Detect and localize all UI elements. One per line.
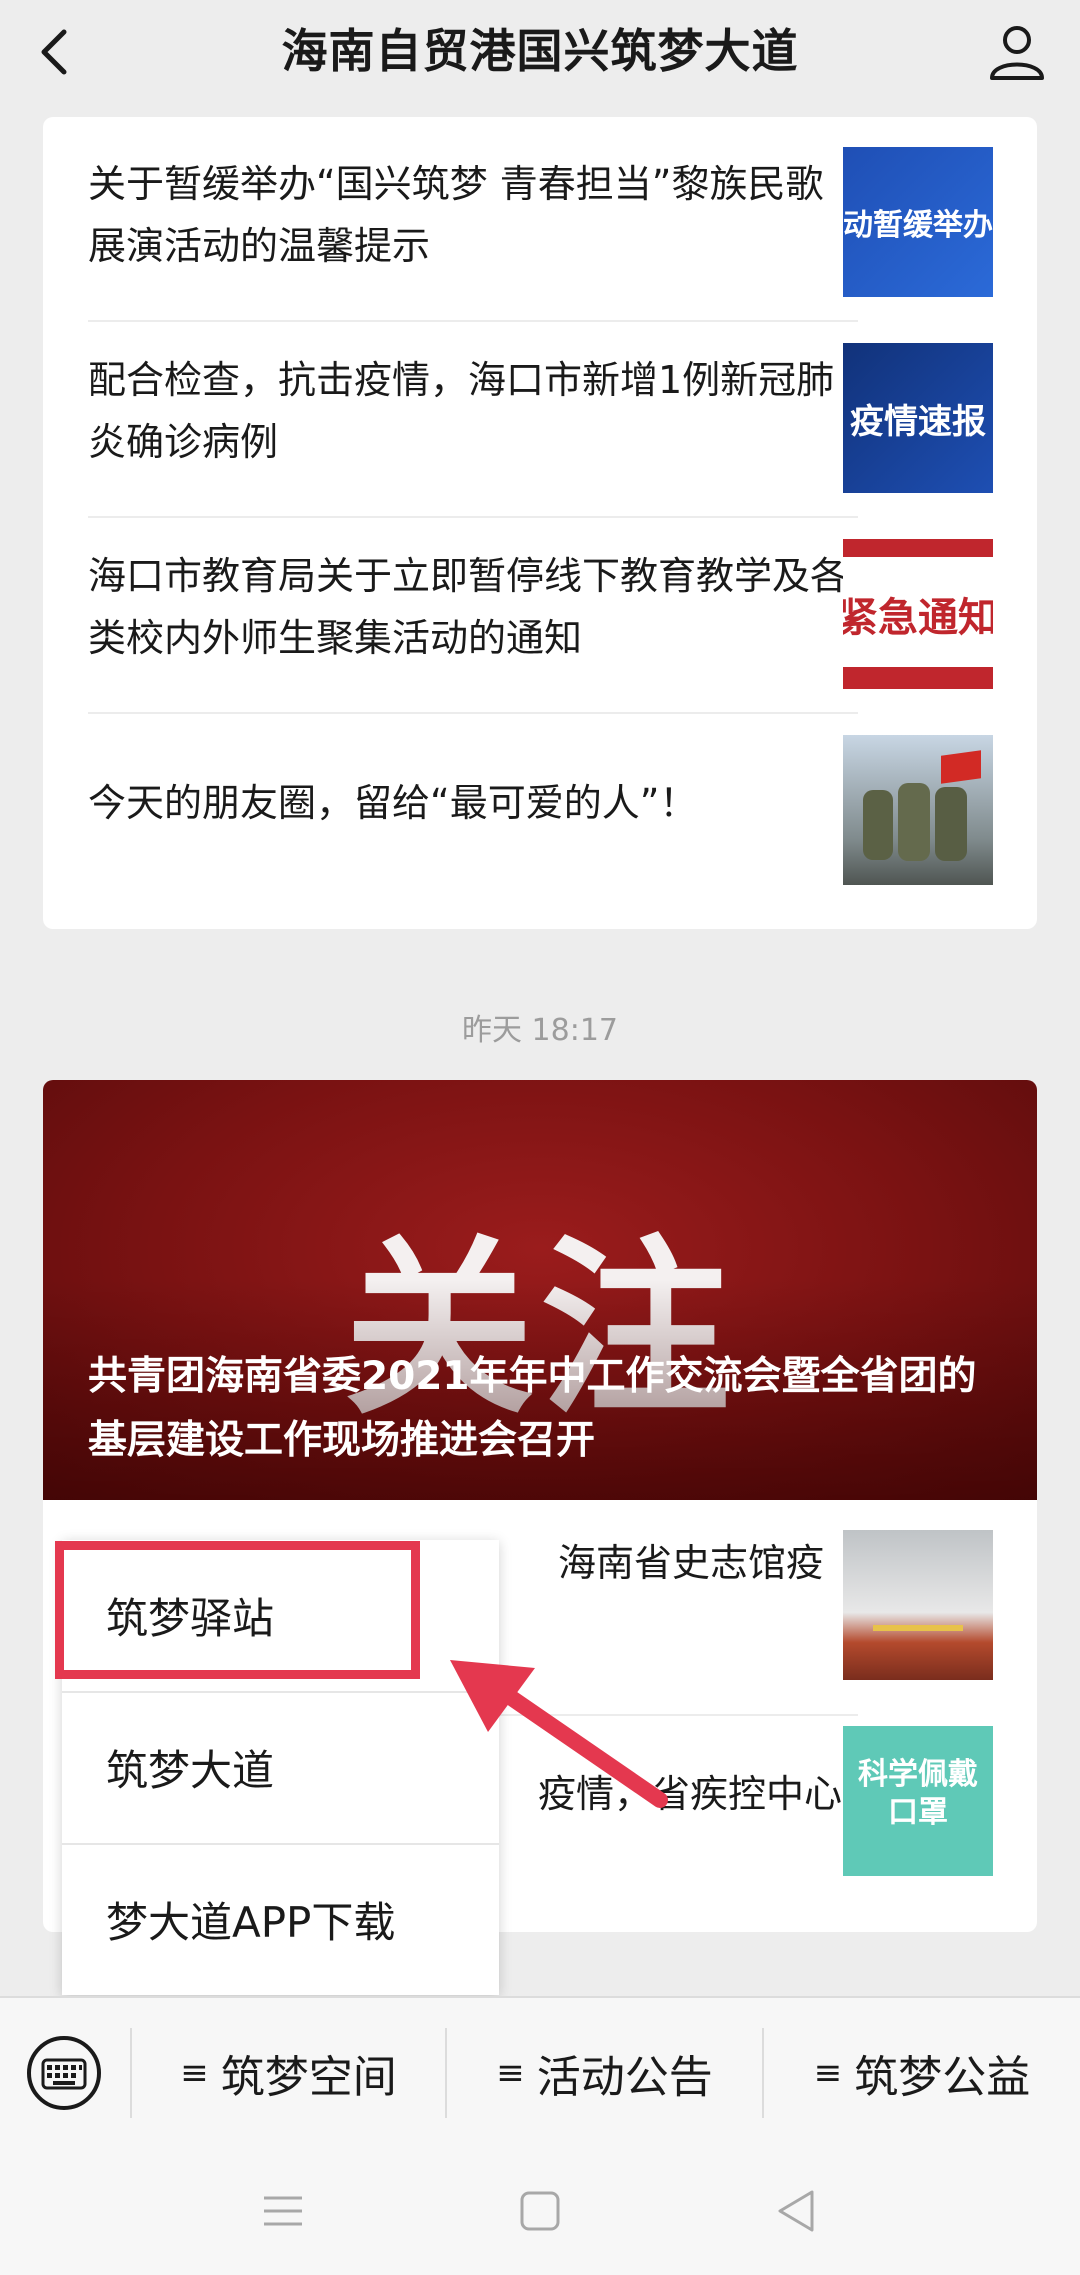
menu-tab-label: 活动公告 [536, 2052, 713, 2103]
article-title: 关于暂缓举办“国兴筑梦 青春担当”黎族民歌展演活动的温馨提示 [88, 162, 824, 268]
menu-tab-label: 筑梦公益 [854, 2052, 1031, 2103]
hamburger-icon: ≡ [180, 2053, 209, 2093]
menu-tab-space[interactable]: ≡ 筑梦空间 [132, 1998, 445, 2148]
article-item[interactable]: 关于暂缓举办“国兴筑梦 青春担当”黎族民歌展演活动的温馨提示 动暂缓举办 [88, 117, 993, 313]
article-title: 配合检查，抗击疫情，海口市新增1例新冠肺炎确诊病例 [88, 358, 835, 464]
message-card-articles: 关于暂缓举办“国兴筑梦 青春担当”黎族民歌展演活动的温馨提示 动暂缓举办 配合检… [43, 117, 1037, 929]
keyboard-icon[interactable] [25, 2034, 103, 2112]
hamburger-icon: ≡ [813, 2053, 843, 2093]
official-account-menu-bar: ≡ 筑梦空间 ≡ 活动公告 ≡ 筑梦公益 [0, 1996, 1080, 2146]
system-navigation-bar [0, 2146, 1080, 2275]
article-title: 海口市教育局关于立即暂停线下教育教学及各类校内外师生聚集活动的通知 [88, 554, 849, 660]
annotation-arrow-icon [450, 1660, 668, 1808]
menu-tab-label: 筑梦空间 [220, 2052, 397, 2103]
article-item[interactable]: 配合检查，抗击疫情，海口市新增1例新冠肺炎确诊病例 疫情速报 [88, 313, 993, 509]
article-thumbnail: 紧急通知 [843, 539, 993, 689]
article-thumbnail: 动暂缓举办 [843, 147, 993, 297]
thumbnail-text: 疫情速报 [850, 401, 986, 442]
menu-tab-charity[interactable]: ≡ 筑梦公益 [764, 1998, 1080, 2148]
menu-tab-announcements[interactable]: ≡ 活动公告 [447, 1998, 762, 2148]
hero-article[interactable]: 关注 共青团海南省委2021年年中工作交流会暨全省团的基层建设工作现场推进会召开 [43, 1080, 1037, 1500]
menu-nav-icon[interactable] [258, 2186, 308, 2236]
hero-title: 共青团海南省委2021年年中工作交流会暨全省团的基层建设工作现场推进会召开 [88, 1354, 977, 1463]
message-timestamp: 昨天 18:17 [462, 1013, 618, 1048]
article-thumbnail [843, 735, 993, 885]
thumbnail-text: 紧急通知 [843, 595, 993, 641]
page-title: 海南自贸港国兴筑梦大道 [281, 24, 799, 78]
article-item[interactable]: 海口市教育局关于立即暂停线下教育教学及各类校内外师生聚集活动的通知 紧急通知 [88, 509, 993, 705]
back-nav-icon[interactable] [772, 2186, 822, 2236]
article-title: 今天的朋友圈，留给“最可爱的人”！ [88, 781, 698, 825]
submenu-item-avenue[interactable]: 筑梦大道 [62, 1692, 499, 1843]
header-bar: 海南自贸港国兴筑梦大道 [0, 0, 1080, 105]
article-thumbnail: 疫情速报 [843, 343, 993, 493]
article-thumbnail [843, 1530, 993, 1680]
article-item[interactable]: 今天的朋友圈，留给“最可爱的人”！ [88, 705, 993, 901]
hamburger-icon: ≡ [496, 2053, 525, 2093]
thumbnail-text: 科学佩戴口罩 [858, 1757, 978, 1830]
highlight-annotation [55, 1541, 420, 1679]
profile-icon[interactable] [984, 18, 1050, 84]
submenu-item-app-download[interactable]: 梦大道APP下载 [62, 1844, 499, 1995]
home-nav-icon[interactable] [515, 2186, 565, 2236]
article-thumbnail: 科学佩戴口罩 [843, 1726, 993, 1876]
thumbnail-text: 动暂缓举办 [843, 208, 993, 243]
